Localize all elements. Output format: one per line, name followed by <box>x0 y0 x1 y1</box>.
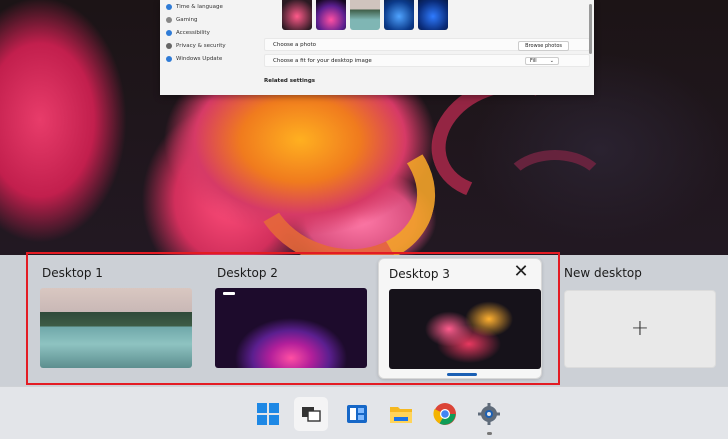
desktop-1-card[interactable]: Desktop 1 <box>28 258 192 379</box>
globe-clock-icon <box>166 4 172 10</box>
recent-image[interactable] <box>316 0 346 30</box>
settings-button[interactable] <box>472 397 506 435</box>
running-indicator <box>487 432 492 435</box>
task-view-icon <box>302 407 321 422</box>
desktop-label: Desktop 2 <box>217 266 278 280</box>
file-explorer-button[interactable] <box>384 397 418 431</box>
recent-image[interactable] <box>418 0 448 30</box>
chrome-button[interactable] <box>428 397 462 431</box>
new-desktop-button[interactable]: + <box>564 290 716 368</box>
recent-image[interactable] <box>282 0 312 30</box>
plus-icon: + <box>630 316 650 341</box>
wallpaper-swirl <box>232 88 454 255</box>
recent-image[interactable] <box>350 0 380 30</box>
nav-item-label: Windows Update <box>176 56 223 62</box>
close-icon: ✕ <box>513 261 529 282</box>
desktop-thumbnail[interactable] <box>40 288 192 368</box>
related-settings-heading: Related settings <box>264 78 316 84</box>
nav-item-label: Time & language <box>176 4 223 10</box>
folder-icon <box>390 407 412 423</box>
close-desktop-button[interactable]: ✕ <box>511 262 531 282</box>
gamepad-icon <box>166 17 172 23</box>
accessibility-icon <box>166 30 172 36</box>
desktop-thumbnail[interactable] <box>215 288 367 368</box>
choose-photo-row: Choose a photo Browse photos <box>264 38 590 51</box>
desktop-2-card[interactable]: Desktop 2 <box>203 258 367 379</box>
settings-window[interactable]: Time & language Gaming Accessibility Pri… <box>160 0 594 95</box>
recent-images <box>282 0 448 30</box>
wallpaper-swirl <box>500 150 610 230</box>
fit-dropdown[interactable]: Fill ⌄ <box>525 57 559 65</box>
start-button[interactable] <box>251 397 285 431</box>
settings-nav: Time & language Gaming Accessibility Pri… <box>160 0 260 95</box>
choose-photo-label: Choose a photo <box>273 41 317 48</box>
desktop-thumbnail[interactable] <box>389 289 541 369</box>
chevron-down-icon: ⌄ <box>549 58 554 64</box>
nav-item-gaming[interactable]: Gaming <box>166 17 198 23</box>
task-view-button[interactable] <box>294 397 328 431</box>
nav-item-label: Privacy & security <box>176 43 226 49</box>
widgets-icon <box>347 405 367 423</box>
recent-image[interactable] <box>384 0 414 30</box>
shield-icon <box>166 43 172 49</box>
chrome-icon <box>433 403 456 425</box>
fit-value: Fill <box>530 58 537 64</box>
window-preview <box>223 292 235 295</box>
active-desktop-indicator <box>447 373 477 376</box>
taskbar <box>0 386 728 439</box>
desktop-label: Desktop 3 <box>389 267 450 281</box>
gear-icon <box>478 403 500 425</box>
windows-update-icon <box>166 56 172 62</box>
widgets-button[interactable] <box>340 397 374 431</box>
new-desktop-label: New desktop <box>564 266 642 280</box>
nav-item-label: Gaming <box>176 17 198 23</box>
nav-item-label: Accessibility <box>176 30 210 36</box>
nav-item-privacy-security[interactable]: Privacy & security <box>166 43 226 49</box>
choose-fit-label: Choose a fit for your desktop image <box>273 57 372 64</box>
nav-item-time-language[interactable]: Time & language <box>166 4 223 10</box>
desktop-3-card[interactable]: Desktop 3 ✕ <box>378 258 542 379</box>
windows-logo-icon <box>257 403 279 425</box>
choose-fit-row: Choose a fit for your desktop image Fill… <box>264 54 590 67</box>
settings-content: Choose a photo Browse photos Choose a fi… <box>260 0 594 95</box>
desktop-label: Desktop 1 <box>42 266 103 280</box>
nav-item-accessibility[interactable]: Accessibility <box>166 30 210 36</box>
browse-photos-button[interactable]: Browse photos <box>518 41 569 51</box>
nav-item-windows-update[interactable]: Windows Update <box>166 56 222 62</box>
scrollbar[interactable] <box>589 4 592 54</box>
